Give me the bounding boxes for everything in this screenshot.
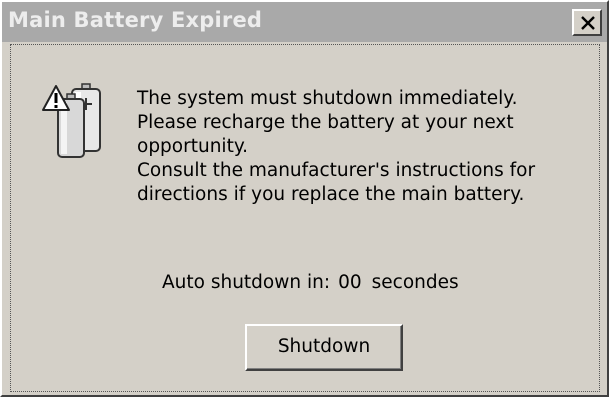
countdown-unit: secondes (371, 272, 459, 293)
close-icon (581, 16, 595, 30)
shutdown-button[interactable]: Shutdown (245, 324, 403, 371)
message-line: The system must shutdown immediately. (137, 88, 518, 109)
warning-battery-icon (42, 83, 101, 158)
dialog-message: The system must shutdown immediately. Pl… (137, 87, 607, 207)
message-line: directions if you replace the main batte… (137, 184, 525, 205)
message-line: Please recharge the battery at your next (137, 112, 514, 133)
close-button[interactable] (572, 9, 602, 36)
message-line: opportunity. (137, 136, 249, 157)
title-bar[interactable]: Main Battery Expired (2, 2, 607, 42)
dialog-title: Main Battery Expired (8, 8, 263, 32)
message-line: Consult the manufacturer's instructions … (137, 160, 536, 181)
countdown-label: Auto shutdown in: (162, 272, 331, 293)
auto-shutdown-countdown: Auto shutdown in: 00 secondes (162, 272, 459, 293)
countdown-value: 00 (338, 272, 362, 293)
battery-expired-dialog: Main Battery Expired The system must shu… (0, 0, 609, 397)
